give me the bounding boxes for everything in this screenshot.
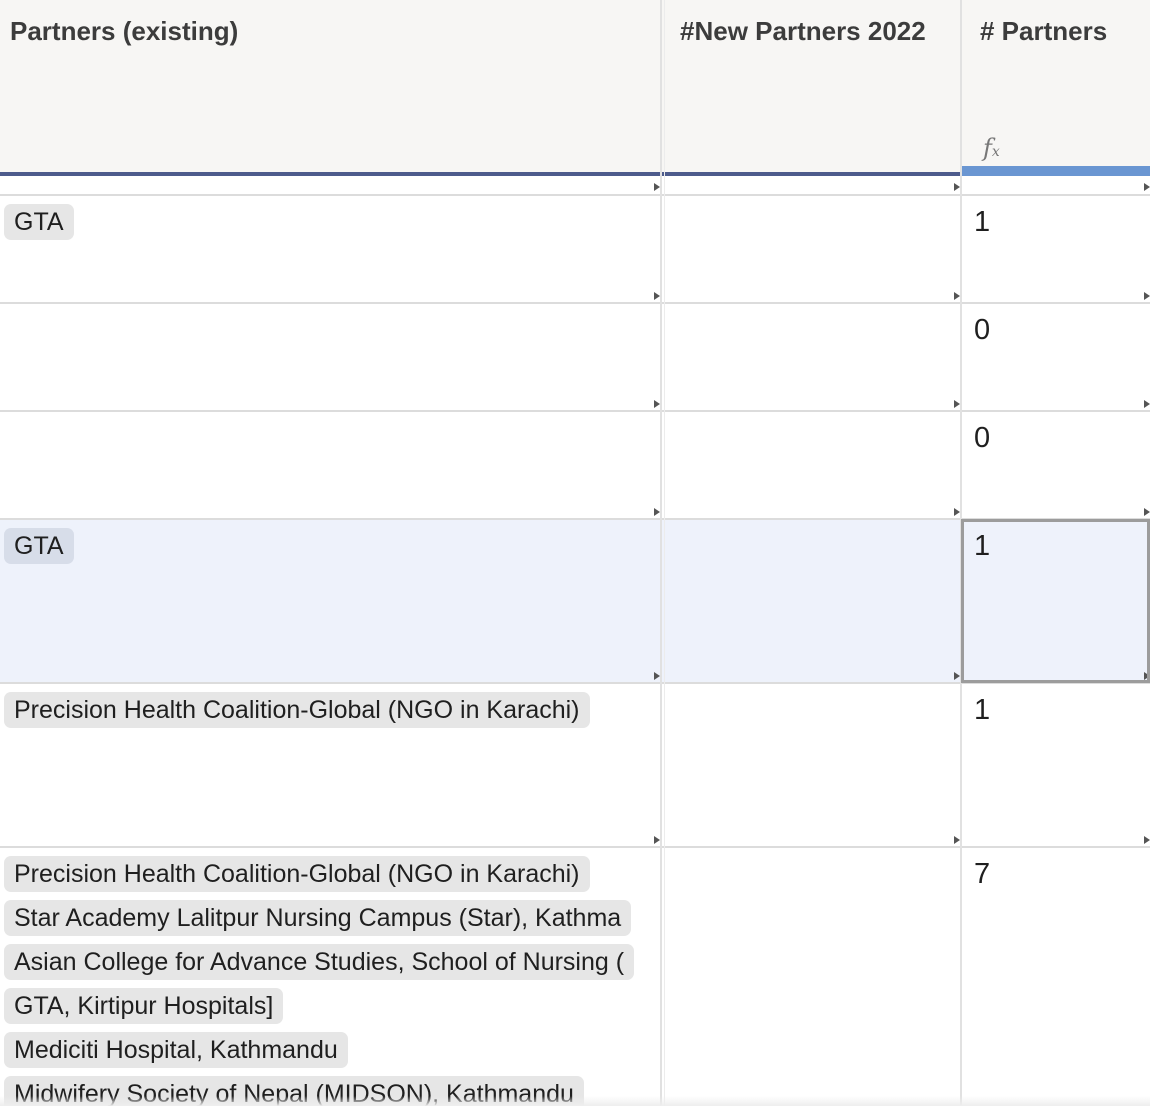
cell-new-partners-2022[interactable] — [662, 196, 960, 302]
partner-chip[interactable]: GTA — [4, 528, 74, 564]
selected-cell-outline — [961, 519, 1150, 683]
partner-chip-list: Precision Health Coalition-Global (NGO i… — [0, 848, 648, 1106]
cell-value: 1 — [974, 206, 991, 238]
cell-num-partners[interactable]: 0 — [962, 304, 1150, 410]
partner-chip[interactable]: GTA, Kirtipur Hospitals] — [4, 988, 284, 1024]
cell-value: 7 — [974, 858, 991, 890]
cell-new-partners-2022[interactable] — [662, 520, 960, 682]
cell-expand-handle[interactable] — [1144, 508, 1150, 516]
cell-partners-existing[interactable]: GTA — [0, 520, 660, 682]
partner-chip[interactable]: Asian College for Advance Studies, Schoo… — [4, 944, 635, 980]
cell-partners-existing[interactable] — [0, 304, 660, 410]
selected-column-indicator — [960, 166, 1150, 176]
cell-value: 0 — [974, 314, 991, 346]
table-row[interactable]: GTA 1 — [0, 196, 1150, 304]
cell-new-partners-2022[interactable] — [662, 304, 960, 410]
cell-num-partners[interactable]: 7 — [962, 848, 1150, 1106]
cell-expand-handle[interactable] — [1144, 400, 1150, 408]
cell-num-partners[interactable]: 1 — [962, 684, 1150, 846]
cell-num-partners[interactable]: 1 — [962, 196, 1150, 302]
partner-chip[interactable]: Mediciti Hospital, Kathmandu — [4, 1032, 348, 1068]
cell-num-partners[interactable]: 0 — [962, 412, 1150, 518]
partner-chip[interactable]: Precision Health Coalition-Global (NGO i… — [4, 856, 590, 892]
cell-expand-handle[interactable] — [1144, 292, 1150, 300]
partner-chip[interactable]: Precision Health Coalition-Global (NGO i… — [4, 692, 590, 728]
column-divider — [664, 0, 665, 1106]
fx-icon[interactable]: fx — [983, 134, 1000, 162]
cell-expand-handle[interactable] — [1144, 183, 1150, 191]
table-row-spacer — [0, 176, 1150, 196]
cell-expand-handle[interactable] — [1144, 836, 1150, 844]
cell-partners-existing[interactable]: GTA — [0, 196, 660, 302]
cell-value: 0 — [974, 422, 991, 454]
table-row[interactable]: Precision Health Coalition-Global (NGO i… — [0, 848, 1150, 1106]
cell-partners-existing[interactable] — [0, 412, 660, 518]
column-divider[interactable] — [660, 0, 662, 1106]
partner-chip[interactable]: Star Academy Lalitpur Nursing Campus (St… — [4, 900, 632, 936]
table-row[interactable]: 0 — [0, 412, 1150, 520]
cell-new-partners-2022[interactable] — [662, 848, 960, 1106]
scroll-shadow — [0, 1096, 1150, 1106]
cell-value: 1 — [974, 694, 991, 726]
column-header-new-partners-2022[interactable]: #New Partners 2022 — [670, 0, 960, 176]
cell-new-partners-2022[interactable] — [662, 684, 960, 846]
table-row[interactable]: Precision Health Coalition-Global (NGO i… — [0, 684, 1150, 848]
cell-partners-existing[interactable]: Precision Health Coalition-Global (NGO i… — [0, 848, 660, 1106]
cell-partners-existing[interactable]: Precision Health Coalition-Global (NGO i… — [0, 684, 660, 846]
partner-chip[interactable]: GTA — [4, 204, 74, 240]
cell-new-partners-2022[interactable] — [662, 412, 960, 518]
column-header-partners-existing[interactable]: Partners (existing) — [0, 0, 660, 176]
table-row[interactable]: 0 — [0, 304, 1150, 412]
